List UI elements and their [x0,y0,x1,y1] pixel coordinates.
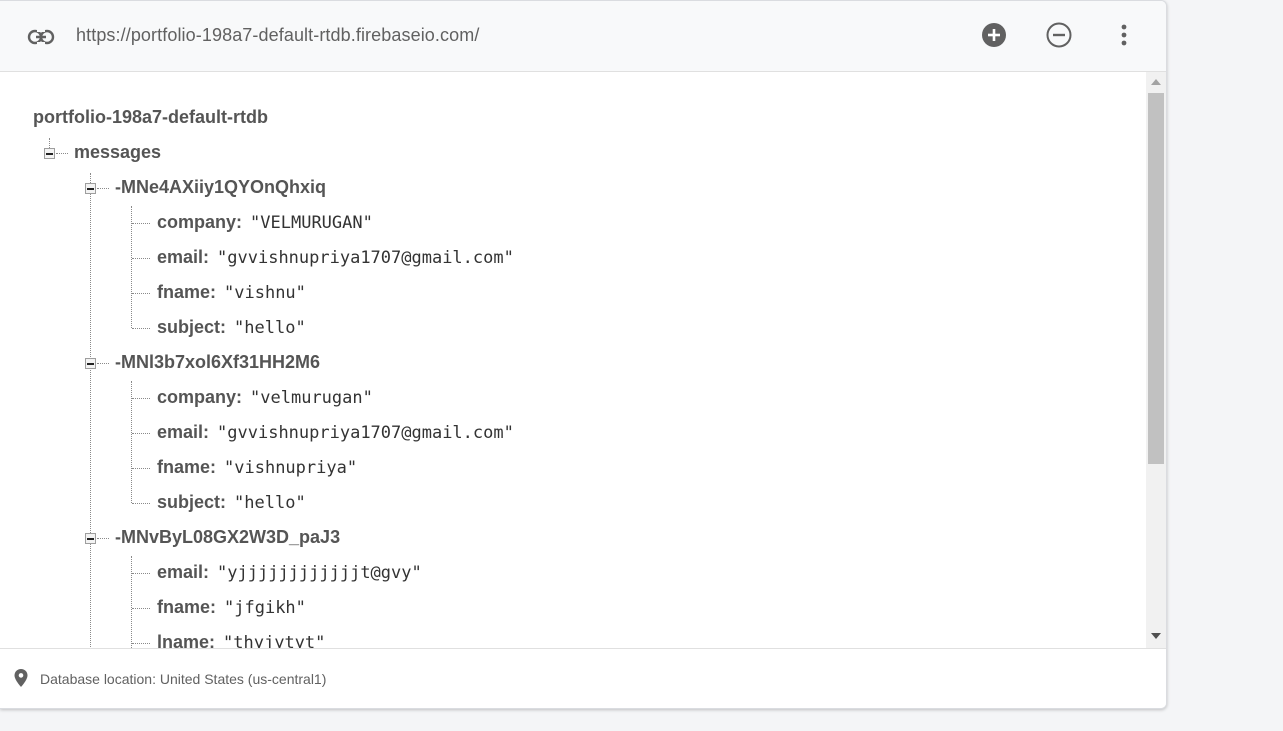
field-row[interactable]: email: "gvvishnupriya1707@gmail.com" [157,247,514,268]
field-row[interactable]: subject: "hello" [157,492,306,513]
collapse-toggle-record[interactable] [85,358,96,369]
more-options-button[interactable] [1108,21,1140,53]
tree-connector [132,468,150,469]
record-key[interactable]: -MNe4AXiiy1QYOnQhxiq [115,177,326,198]
tree-connector [132,608,150,609]
field-colon: : [203,562,210,582]
field-row[interactable]: fname: "vishnu" [157,282,306,303]
field-colon: : [210,597,217,617]
field-row[interactable]: subject: "hello" [157,317,306,338]
field-key: email [157,247,204,267]
tree-connector [132,643,150,644]
database-toolbar: https://portfolio-198a7-default-rtdb.fir… [0,1,1166,72]
field-key: fname [157,282,211,302]
field-value[interactable]: "gvvishnupriya1707@gmail.com" [217,423,514,443]
field-key: company [157,387,237,407]
field-row[interactable]: fname: "vishnupriya" [157,457,357,478]
tree-connector [132,223,150,224]
field-row[interactable]: fname: "jfgikh" [157,597,306,618]
collapse-toggle-messages[interactable] [44,148,55,159]
field-colon: : [209,632,216,648]
tree-connector [132,258,150,259]
field-value[interactable]: "hello" [234,318,306,338]
field-key: fname [157,597,211,617]
collapse-toggle-record[interactable] [85,533,96,544]
field-value[interactable]: "vishnupriya" [224,458,357,478]
field-colon: : [210,282,217,302]
field-key: subject [157,492,221,512]
field-key: email [157,562,204,582]
field-colon: : [220,317,227,337]
tree-connector [97,538,109,539]
database-location-text: Database location: United States (us-cen… [40,671,327,687]
tree-connector [132,293,150,294]
database-footer: Database location: United States (us-cen… [0,648,1166,708]
field-row[interactable]: email: "yjjjjjjjjjjjjt@gvy" [157,562,422,583]
tree-connector [132,573,150,574]
field-key: lname [157,632,210,648]
scroll-down-arrow-icon[interactable] [1151,633,1161,639]
vertical-scrollbar[interactable] [1146,72,1166,648]
node-messages[interactable]: messages [74,142,161,163]
scrollbar-thumb[interactable] [1148,93,1164,464]
field-row[interactable]: company: "velmurugan" [157,387,373,408]
collapse-toggle-record[interactable] [85,183,96,194]
field-key: subject [157,317,221,337]
add-circle-icon [981,22,1007,53]
field-colon: : [203,422,210,442]
data-tree: portfolio-198a7-default-rtdb messages -M… [0,72,1146,648]
record-key[interactable]: -MNl3b7xol6Xf31HH2M6 [115,352,320,373]
tree-connector [90,173,91,648]
field-value[interactable]: "jfgikh" [224,598,306,618]
field-colon: : [210,457,217,477]
record-key[interactable]: -MNvByL08GX2W3D_paJ3 [115,527,340,548]
tree-connector [97,188,109,189]
tree-connector [132,328,150,329]
database-url[interactable]: https://portfolio-198a7-default-rtdb.fir… [76,25,479,46]
field-key: email [157,422,204,442]
tree-root-node[interactable]: portfolio-198a7-default-rtdb [33,107,268,128]
tree-connector [131,381,132,503]
tree-connector [56,153,68,154]
tree-connector [132,433,150,434]
database-panel: https://portfolio-198a7-default-rtdb.fir… [0,0,1167,709]
field-row[interactable]: company: "VELMURUGAN" [157,212,373,233]
field-value[interactable]: "VELMURUGAN" [250,213,373,233]
field-value[interactable]: "yjjjjjjjjjjjjt@gvy" [217,563,422,583]
field-value[interactable]: "thyjytyt" [223,633,325,648]
field-row[interactable]: lname: "thyjytyt" [157,632,325,648]
tree-connector [49,138,50,148]
remove-button[interactable] [1043,21,1075,53]
link-icon[interactable] [27,25,55,49]
remove-circle-icon [1046,22,1072,53]
tree-connector [132,398,150,399]
tree-connector [131,206,132,328]
location-pin-icon [14,669,28,687]
scroll-up-arrow-icon[interactable] [1151,79,1161,85]
field-colon: : [203,247,210,267]
add-button[interactable] [978,21,1010,53]
field-key: fname [157,457,211,477]
more-vert-icon [1120,23,1128,52]
field-value[interactable]: "velmurugan" [250,388,373,408]
field-colon: : [220,492,227,512]
tree-connector [132,503,150,504]
field-colon: : [236,387,243,407]
field-row[interactable]: email: "gvvishnupriya1707@gmail.com" [157,422,514,443]
field-colon: : [236,212,243,232]
field-value[interactable]: "vishnu" [224,283,306,303]
field-value[interactable]: "hello" [234,493,306,513]
field-key: company [157,212,237,232]
field-value[interactable]: "gvvishnupriya1707@gmail.com" [217,248,514,268]
tree-connector [131,556,132,648]
tree-connector [97,363,109,364]
